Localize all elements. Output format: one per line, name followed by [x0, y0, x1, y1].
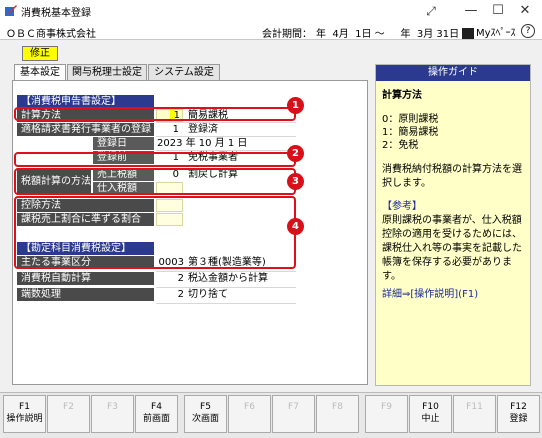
annotation-number-4: 4	[287, 218, 304, 235]
tab-basic-settings[interactable]: 基本設定	[14, 64, 66, 81]
guide-description: 消費税納付税額の計算方法を選択します。	[382, 164, 522, 189]
f7-button: F7	[272, 395, 315, 433]
mode-badge: 修正	[22, 46, 58, 61]
f6-button: F6	[228, 395, 271, 433]
guide-detail-link[interactable]: 詳細⇒[操作説明](F1)	[382, 288, 478, 302]
fkey-label: 中止	[421, 414, 440, 424]
fkey-label: 登録	[509, 414, 528, 424]
fkey-code: F10	[422, 402, 439, 412]
fkey-code: F2	[63, 402, 74, 412]
guide-option-2: 2：免税	[382, 140, 419, 151]
annotation-number-2: 2	[287, 145, 304, 162]
fkey-code: F11	[466, 402, 483, 412]
label-auto-calc: 消費税自動計算	[17, 272, 154, 285]
annotation-box-2	[14, 152, 296, 167]
guide-ref-body: 原則課税の事業者が、仕入税額控除の適用を受けるためには、課税仕入れ等の事実を記載…	[382, 215, 522, 282]
qualified-invoice-value: 登録済	[188, 124, 218, 135]
annotation-number-3: 3	[287, 173, 304, 190]
tab-tax-accountant[interactable]: 関与税理士設定	[67, 64, 147, 80]
grid-line	[156, 271, 296, 272]
close-button[interactable]: ✕	[516, 2, 534, 20]
f2-button: F2	[47, 395, 90, 433]
fkey-code: F6	[244, 402, 255, 412]
function-key-bar: F1 操作説明 F2 F3 F4 前画面 F5 次画面 F6 F7 F8 F9 F10…	[0, 392, 542, 438]
fkey-code: F12	[510, 402, 527, 412]
period-value: 年 4月 1日 ～ 年 3月 31日	[316, 29, 460, 40]
label-rounding: 端数処理	[17, 288, 154, 301]
fkey-label: 操作説明	[6, 414, 43, 424]
qualified-invoice-code[interactable]: 1	[156, 123, 179, 136]
fkey-code: F5	[200, 402, 211, 412]
label-qualified-invoice: 適格請求書発行事業者の登録	[17, 123, 154, 136]
maximize-button[interactable]: ☐	[489, 2, 507, 20]
grid-line	[156, 287, 296, 288]
grid-line	[156, 136, 296, 137]
annotation-box-3	[14, 168, 296, 195]
f10-button[interactable]: F10 中止	[409, 395, 452, 433]
auto-calc-value: 税込金額から計算	[188, 273, 268, 284]
label-registration-date: 登録日	[93, 137, 154, 150]
guide-option-1: 1：簡易課税	[382, 127, 439, 138]
title-bar: 消費税基本登録 ⤢ — ☐ ✕	[0, 0, 542, 22]
fkey-code: F1	[19, 402, 30, 412]
myspace-icon	[462, 27, 474, 39]
fkey-code: F9	[381, 402, 392, 412]
fkey-label: 前画面	[142, 414, 170, 424]
fkey-code: F4	[151, 402, 162, 412]
fkey-code: F7	[288, 402, 299, 412]
myspace-button[interactable]: Myｽﾍﾟｰｽ	[462, 24, 516, 39]
guide-option-0: 0：原則課税	[382, 114, 439, 125]
period-label: 会計期間：	[262, 29, 312, 40]
annotation-box-4	[14, 196, 296, 269]
f8-button: F8	[316, 395, 359, 433]
f3-button: F3	[91, 395, 134, 433]
f11-button: F11	[453, 395, 496, 433]
f9-button: F9	[365, 395, 408, 433]
registration-date-value[interactable]: 2023 年 10 月 1 日	[157, 137, 247, 150]
grid-line	[156, 122, 296, 123]
operation-guide-panel: 操作ガイド 計算方法 0：原則課税 1：簡易課税 2：免税 消費税納付税額の計算…	[375, 64, 531, 386]
tab-system-settings[interactable]: システム設定	[148, 64, 220, 80]
guide-ref-title: 【参考】	[382, 201, 422, 212]
f1-button[interactable]: F1 操作説明	[3, 395, 46, 433]
rounding-code[interactable]: 2	[156, 288, 184, 301]
grid-line	[156, 303, 296, 304]
company-name: ＯＢＣ商事株式会社	[6, 29, 96, 40]
annotation-box-1	[14, 107, 296, 121]
window-title: 消費税基本登録	[21, 8, 91, 19]
rounding-value: 切り捨て	[188, 289, 228, 300]
fkey-code: F8	[332, 402, 343, 412]
f4-button[interactable]: F4 前画面	[135, 395, 178, 433]
annotation-number-1: 1	[287, 97, 304, 114]
info-bar: ＯＢＣ商事株式会社 会計期間： 年 4月 1日 ～ 年 3月 31日 Myｽﾍﾟ…	[0, 22, 542, 40]
guide-header: 操作ガイド	[376, 65, 530, 81]
help-icon[interactable]: ?	[521, 24, 535, 38]
minimize-button[interactable]: —	[462, 2, 480, 20]
expand-arrows-icon[interactable]: ⤢	[422, 2, 440, 20]
f12-button[interactable]: F12 登録	[497, 395, 540, 433]
myspace-label: Myｽﾍﾟｰｽ	[476, 28, 516, 39]
fkey-code: F3	[107, 402, 118, 412]
guide-title: 計算方法	[382, 90, 422, 101]
app-icon	[5, 5, 17, 16]
f5-button[interactable]: F5 次画面	[184, 395, 227, 433]
auto-calc-code[interactable]: 2	[156, 272, 184, 285]
fkey-label: 次画面	[191, 414, 219, 424]
grid-line	[156, 150, 296, 151]
